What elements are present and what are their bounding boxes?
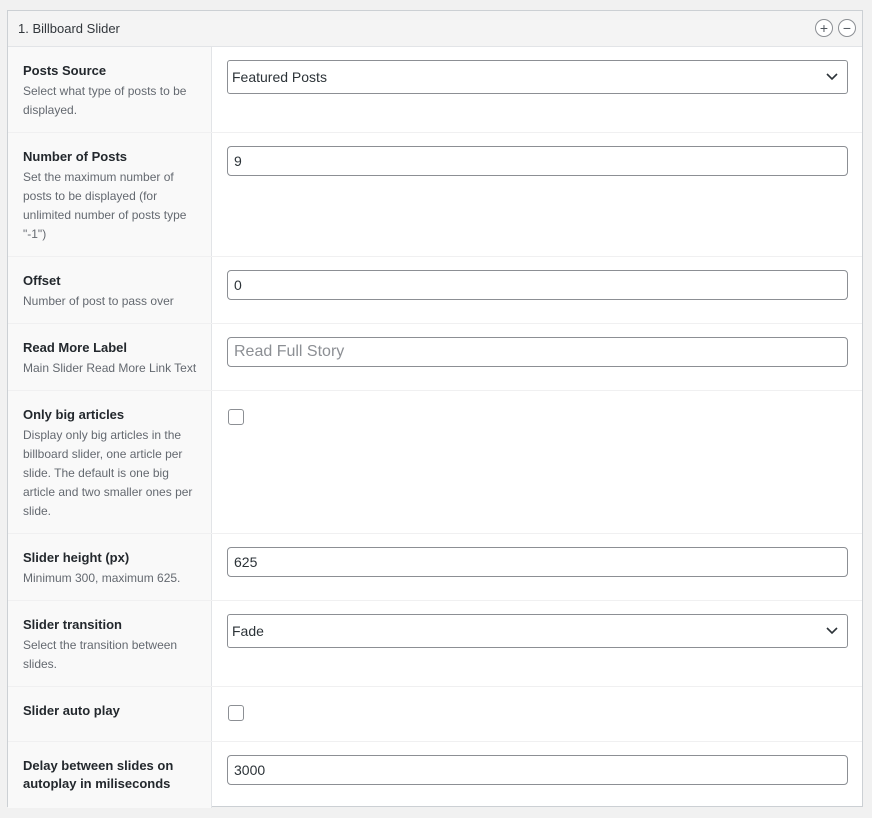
field-cell [212,391,862,533]
field-cell: Fade [212,601,862,686]
offset-input[interactable]: 0 [227,270,848,300]
field-description: Select the transition between slides. [23,638,178,671]
row-offset: Offset Number of post to pass over 0 [8,257,862,324]
label-cell: Slider height (px) Minimum 300, maximum … [8,534,212,600]
plus-circle-icon[interactable]: + [815,19,833,37]
field-description: Select what type of posts to be displaye… [23,84,187,117]
field-cell [212,687,862,741]
number-of-posts-input[interactable]: 9 [227,146,848,176]
field-label: Offset [23,273,61,288]
row-number-of-posts: Number of Posts Set the maximum number o… [8,133,862,257]
panel-title: 1. Billboard Slider [18,21,120,36]
billboard-slider-panel: 1. Billboard Slider + − Posts Source Sel… [7,10,863,808]
row-only-big-articles: Only big articles Display only big artic… [8,391,862,534]
field-description: Main Slider Read More Link Text [23,361,197,375]
label-cell: Slider auto play [8,687,212,741]
row-slider-auto-play: Slider auto play [8,687,862,742]
label-cell: Posts Source Select what type of posts t… [8,47,212,132]
row-posts-source: Posts Source Select what type of posts t… [8,47,862,133]
slider-transition-select[interactable]: Fade [227,614,848,648]
chevron-down-icon [826,73,838,81]
field-label: Read More Label [23,340,128,355]
row-read-more-label: Read More Label Main Slider Read More Li… [8,324,862,391]
field-label: Only big articles [23,407,125,422]
field-cell: Featured Posts [212,47,862,132]
label-cell: Only big articles Display only big artic… [8,391,212,533]
minus-circle-icon[interactable]: − [838,19,856,37]
field-label: Slider transition [23,617,122,632]
label-cell: Slider transition Select the transition … [8,601,212,686]
field-cell: Read Full Story [212,324,862,390]
label-cell: Read More Label Main Slider Read More Li… [8,324,212,390]
select-value: Featured Posts [232,69,327,85]
field-description: Display only big articles in the billboa… [23,428,193,518]
label-cell: Number of Posts Set the maximum number o… [8,133,212,256]
row-autoplay-delay: Delay between slides on autoplay in mili… [8,742,862,808]
settings-rows: Posts Source Select what type of posts t… [8,47,862,808]
posts-source-select[interactable]: Featured Posts [227,60,848,94]
field-description: Minimum 300, maximum 625. [23,571,181,585]
field-cell: 625 [212,534,862,600]
field-cell: 3000 [212,742,862,808]
select-value: Fade [232,623,264,639]
field-label: Posts Source [23,63,107,78]
field-cell: 0 [212,257,862,323]
field-label: Slider height (px) [23,550,130,565]
only-big-articles-checkbox[interactable] [228,409,244,425]
read-more-label-input[interactable]: Read Full Story [227,337,848,367]
label-cell: Delay between slides on autoplay in mili… [8,742,212,808]
autoplay-delay-input[interactable]: 3000 [227,755,848,785]
field-description: Number of post to pass over [23,294,174,308]
field-label: Number of Posts [23,149,128,164]
field-cell: 9 [212,133,862,256]
field-label: Delay between slides on autoplay in mili… [23,758,174,791]
field-label: Slider auto play [23,703,120,718]
slider-height-input[interactable]: 625 [227,547,848,577]
label-cell: Offset Number of post to pass over [8,257,212,323]
slider-auto-play-checkbox[interactable] [228,705,244,721]
row-slider-transition: Slider transition Select the transition … [8,601,862,687]
field-description: Set the maximum number of posts to be di… [23,170,187,241]
chevron-down-icon [826,627,838,635]
panel-header: 1. Billboard Slider + − [8,11,862,47]
row-slider-height: Slider height (px) Minimum 300, maximum … [8,534,862,601]
